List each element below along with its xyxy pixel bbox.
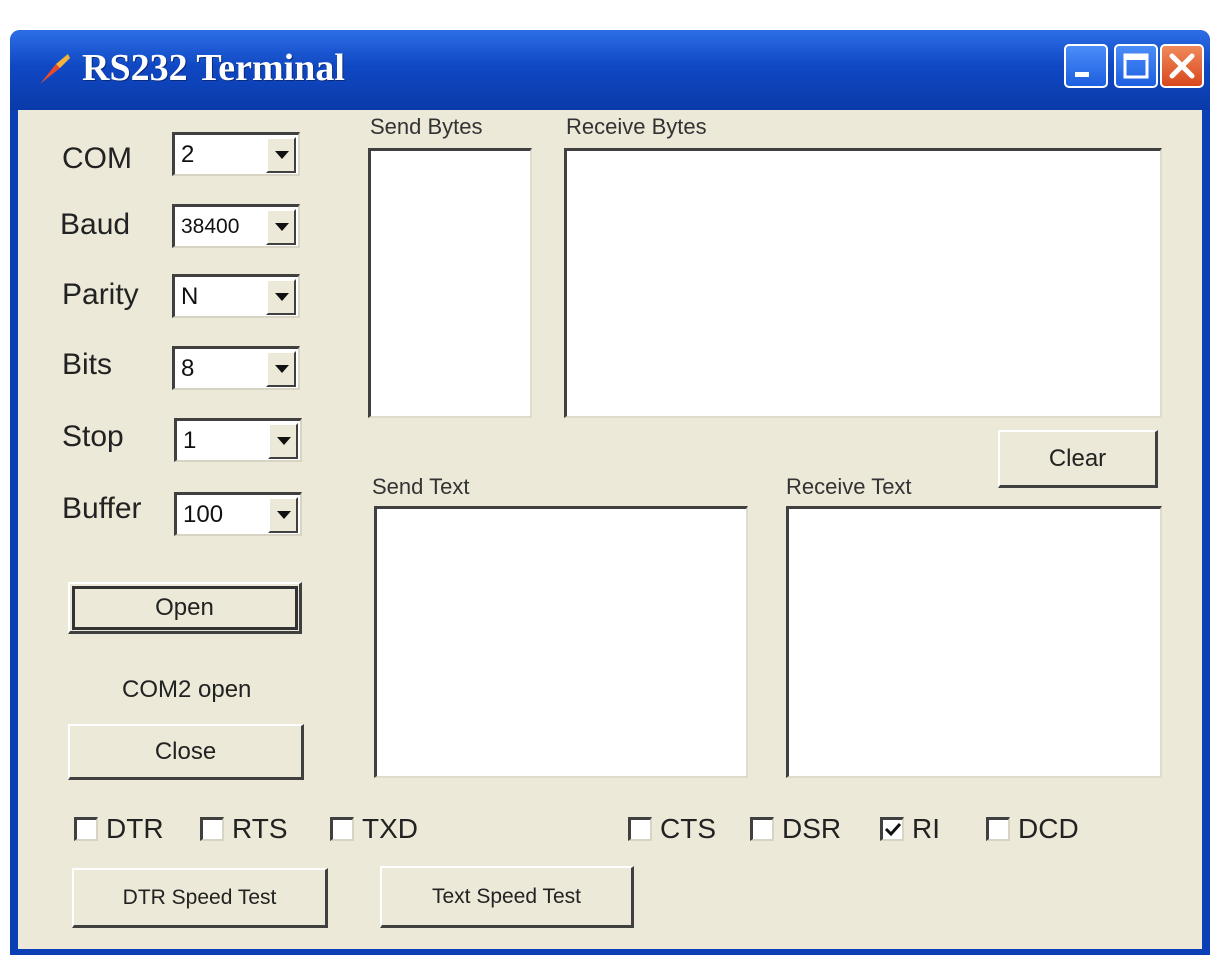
close-icon (1169, 53, 1195, 79)
close-port-button[interactable]: Close (68, 724, 304, 780)
ri-checkbox-label: RI (912, 813, 940, 844)
title-bar[interactable]: RS232 Terminal (10, 30, 1210, 110)
dtr-checkbox[interactable]: DTR (74, 812, 164, 846)
dsr-checkbox[interactable]: DSR (750, 812, 841, 846)
dcd-checkbox[interactable]: DCD (986, 812, 1079, 846)
minimize-icon (1075, 72, 1089, 77)
buffer-value: 100 (183, 501, 224, 528)
txd-checkbox[interactable]: TXD (330, 812, 418, 846)
close-window-button[interactable] (1160, 44, 1204, 88)
stop-label: Stop (62, 420, 124, 453)
dcd-checkbox-label: DCD (1018, 813, 1079, 844)
ri-checkbox-box[interactable] (880, 817, 904, 841)
rts-checkbox-label: RTS (232, 813, 288, 844)
chevron-down-icon[interactable] (268, 423, 298, 459)
ri-checkbox[interactable]: RI (880, 812, 940, 846)
check-icon (884, 822, 902, 837)
text-speed-test-button[interactable]: Text Speed Test (380, 866, 634, 928)
dcd-checkbox-box[interactable] (986, 817, 1010, 841)
rts-checkbox-box[interactable] (200, 817, 224, 841)
app-icon (40, 54, 70, 84)
receive-text-label: Receive Text (786, 474, 912, 499)
txd-checkbox-label: TXD (362, 813, 418, 844)
chevron-down-icon[interactable] (266, 209, 296, 245)
maximize-button[interactable] (1114, 44, 1158, 88)
dsr-checkbox-label: DSR (782, 813, 842, 844)
dtr-speed-test-button[interactable]: DTR Speed Test (72, 868, 328, 928)
chevron-down-icon[interactable] (268, 497, 298, 533)
cts-checkbox-label: CTS (660, 813, 716, 844)
buffer-label: Buffer (62, 492, 142, 525)
client-area: COM 2 Baud 38400 Parity N Bits 8 Stop 1 … (18, 110, 1202, 949)
parity-label: Parity (62, 278, 139, 311)
parity-select[interactable]: N (172, 274, 300, 318)
maximize-icon (1123, 53, 1149, 79)
send-text-textarea[interactable] (374, 506, 748, 778)
buffer-select[interactable]: 100 (174, 492, 302, 536)
chevron-down-icon[interactable] (266, 137, 296, 173)
baud-value: 38400 (181, 215, 240, 238)
dsr-checkbox-box[interactable] (750, 817, 774, 841)
window-title: RS232 Terminal (82, 47, 345, 89)
com-label: COM (62, 142, 132, 175)
app-window: RS232 Terminal COM 2 Baud 38400 Parity N… (10, 30, 1210, 955)
rts-checkbox[interactable]: RTS (200, 812, 288, 846)
stop-value: 1 (183, 427, 197, 454)
stop-select[interactable]: 1 (174, 418, 302, 462)
dtr-checkbox-label: DTR (106, 813, 164, 844)
baud-select[interactable]: 38400 (172, 204, 300, 248)
connection-status: COM2 open (122, 676, 252, 703)
chevron-down-icon[interactable] (266, 279, 296, 315)
clear-button[interactable]: Clear (998, 430, 1158, 488)
receive-bytes-textarea[interactable] (564, 148, 1162, 418)
open-button[interactable]: Open (68, 582, 302, 634)
cts-checkbox-box[interactable] (628, 817, 652, 841)
parity-value: N (181, 283, 199, 310)
chevron-down-icon[interactable] (266, 351, 296, 387)
bits-label: Bits (62, 348, 113, 381)
send-bytes-label: Send Bytes (370, 114, 483, 139)
bits-select[interactable]: 8 (172, 346, 300, 390)
send-bytes-textarea[interactable] (368, 148, 532, 418)
dtr-checkbox-box[interactable] (74, 817, 98, 841)
com-value: 2 (181, 141, 195, 168)
bits-value: 8 (181, 355, 195, 382)
minimize-button[interactable] (1064, 44, 1108, 88)
receive-text-textarea[interactable] (786, 506, 1162, 778)
baud-label: Baud (60, 208, 131, 241)
send-text-label: Send Text (372, 474, 470, 499)
cts-checkbox[interactable]: CTS (628, 812, 716, 846)
com-select[interactable]: 2 (172, 132, 300, 176)
receive-bytes-label: Receive Bytes (566, 114, 707, 139)
txd-checkbox-box[interactable] (330, 817, 354, 841)
